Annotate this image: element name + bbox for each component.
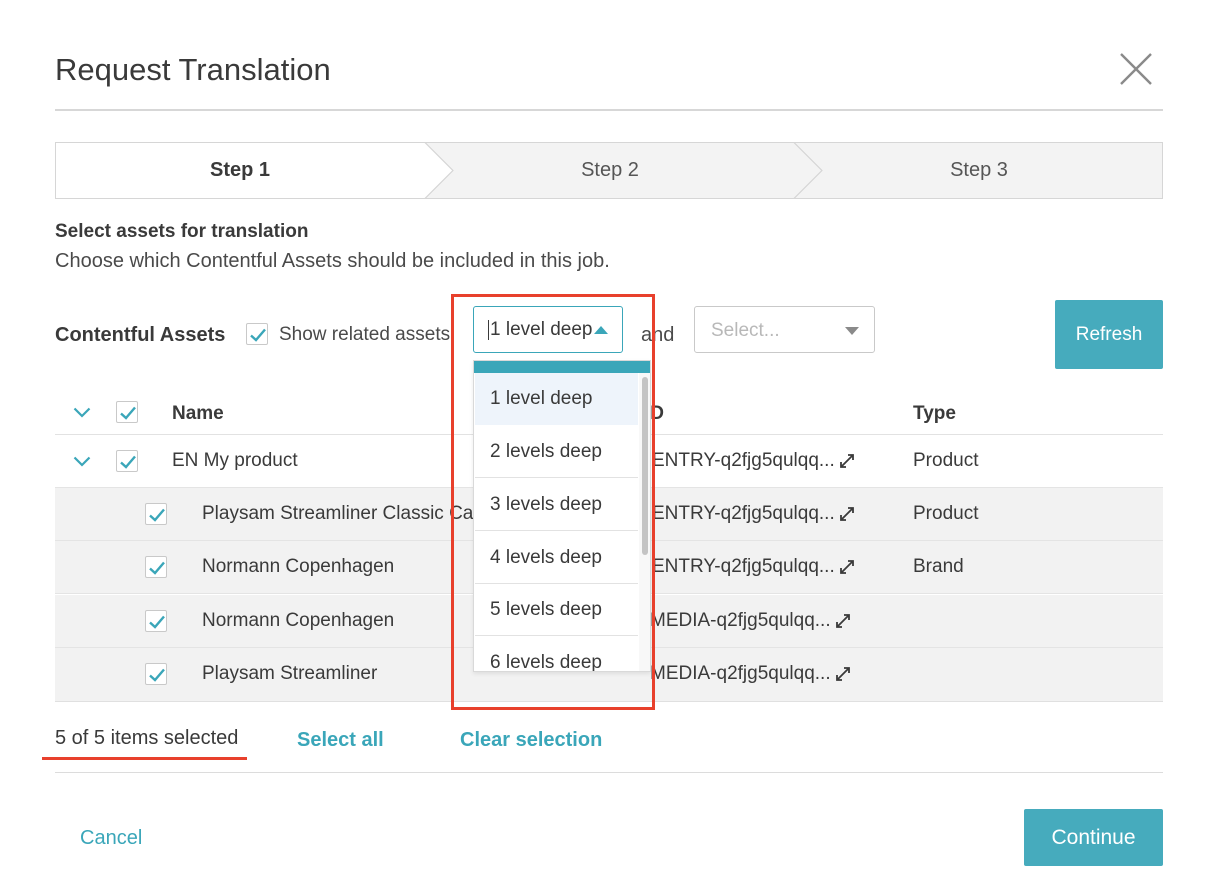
row-id: MEDIA-q2fjg5qulqq... bbox=[650, 663, 851, 685]
row-type: Product bbox=[913, 503, 979, 524]
type-select[interactable]: Select... bbox=[694, 306, 875, 353]
section-description: Choose which Contentful Assets should be… bbox=[55, 250, 610, 272]
depth-select-value: 1 level deep bbox=[488, 319, 593, 340]
row-checkbox[interactable] bbox=[145, 663, 167, 685]
table-divider bbox=[55, 701, 1163, 702]
row-type: Brand bbox=[913, 556, 964, 577]
depth-option-6[interactable]: 6 levels deep bbox=[475, 637, 638, 671]
row-id-text: ENTRY-q2fjg5qulqq... bbox=[652, 450, 835, 471]
step-2: Step 2 bbox=[581, 159, 639, 181]
menu-top-bar bbox=[474, 361, 650, 373]
footer-divider bbox=[55, 772, 1163, 773]
modal-title: Request Translation bbox=[55, 52, 331, 87]
type-select-placeholder: Select... bbox=[711, 320, 780, 341]
close-icon[interactable] bbox=[1118, 51, 1154, 87]
row-type: Product bbox=[913, 450, 979, 471]
chevron-down-icon[interactable] bbox=[73, 456, 91, 467]
row-id-text: MEDIA-q2fjg5qulqq... bbox=[650, 663, 831, 684]
row-name: Playsam Streamliner Classic Car bbox=[202, 503, 480, 524]
step-indicator: Step 1 Step 2 Step 3 bbox=[55, 142, 1163, 199]
title-divider bbox=[55, 109, 1163, 111]
menu-scrollbar-thumb[interactable] bbox=[642, 377, 648, 555]
column-header-name[interactable]: Name bbox=[172, 403, 224, 425]
row-checkbox[interactable] bbox=[116, 450, 138, 472]
expand-icon[interactable] bbox=[835, 613, 851, 629]
step-3: Step 3 bbox=[950, 159, 1008, 181]
and-label: and bbox=[641, 324, 675, 346]
caret-up-icon bbox=[594, 326, 608, 334]
row-name: EN My product bbox=[172, 450, 298, 471]
refresh-button[interactable]: Refresh bbox=[1055, 300, 1163, 369]
row-name: Playsam Streamliner bbox=[202, 663, 378, 684]
depth-option-5[interactable]: 5 levels deep bbox=[475, 584, 638, 636]
depth-option-2[interactable]: 2 levels deep bbox=[475, 426, 638, 478]
row-id: ENTRY-q2fjg5qulqq... bbox=[652, 450, 855, 472]
expand-icon[interactable] bbox=[839, 559, 855, 575]
checkmark-icon bbox=[149, 561, 165, 575]
row-id-text: ENTRY-q2fjg5qulqq... bbox=[652, 503, 835, 524]
cancel-button[interactable]: Cancel bbox=[80, 827, 142, 850]
depth-dropdown-menu: 1 level deep 2 levels deep 3 levels deep… bbox=[473, 360, 651, 672]
row-checkbox[interactable] bbox=[145, 610, 167, 632]
checkmark-icon bbox=[120, 406, 136, 420]
select-all-link[interactable]: Select all bbox=[297, 729, 384, 752]
depth-option-4[interactable]: 4 levels deep bbox=[475, 532, 638, 584]
select-all-checkbox[interactable] bbox=[116, 401, 138, 423]
depth-option-3[interactable]: 3 levels deep bbox=[475, 479, 638, 531]
row-checkbox[interactable] bbox=[145, 503, 167, 525]
selection-count-underline bbox=[42, 757, 247, 760]
step-1: Step 1 bbox=[209, 159, 271, 181]
section-title: Select assets for translation bbox=[55, 221, 309, 242]
column-header-type[interactable]: Type bbox=[913, 403, 956, 425]
continue-button[interactable]: Continue bbox=[1024, 809, 1163, 866]
depth-select[interactable]: 1 level deep bbox=[473, 306, 623, 353]
row-id-text: MEDIA-q2fjg5qulqq... bbox=[650, 610, 831, 631]
caret-down-icon bbox=[845, 327, 859, 335]
selection-count: 5 of 5 items selected bbox=[55, 727, 239, 749]
show-related-label: Show related assets bbox=[279, 324, 451, 345]
row-name: Normann Copenhagen bbox=[202, 556, 395, 577]
row-id-text: ENTRY-q2fjg5qulqq... bbox=[652, 556, 835, 577]
row-id: ENTRY-q2fjg5qulqq... bbox=[652, 503, 855, 525]
row-name: Normann Copenhagen bbox=[202, 610, 395, 631]
chevron-down-icon[interactable] bbox=[73, 407, 91, 418]
row-id: MEDIA-q2fjg5qulqq... bbox=[650, 610, 851, 632]
row-checkbox[interactable] bbox=[145, 556, 167, 578]
checkmark-icon bbox=[250, 328, 266, 342]
checkmark-icon bbox=[120, 455, 136, 469]
checkmark-icon bbox=[149, 615, 165, 629]
expand-icon[interactable] bbox=[835, 666, 851, 682]
contentful-assets-label: Contentful Assets bbox=[55, 324, 226, 346]
depth-option-1[interactable]: 1 level deep bbox=[475, 373, 638, 425]
expand-icon[interactable] bbox=[839, 453, 855, 469]
expand-icon[interactable] bbox=[839, 506, 855, 522]
clear-selection-link[interactable]: Clear selection bbox=[460, 729, 602, 752]
checkmark-icon bbox=[149, 508, 165, 522]
checkmark-icon bbox=[149, 668, 165, 682]
show-related-checkbox[interactable] bbox=[246, 323, 268, 345]
row-id: ENTRY-q2fjg5qulqq... bbox=[652, 556, 855, 578]
